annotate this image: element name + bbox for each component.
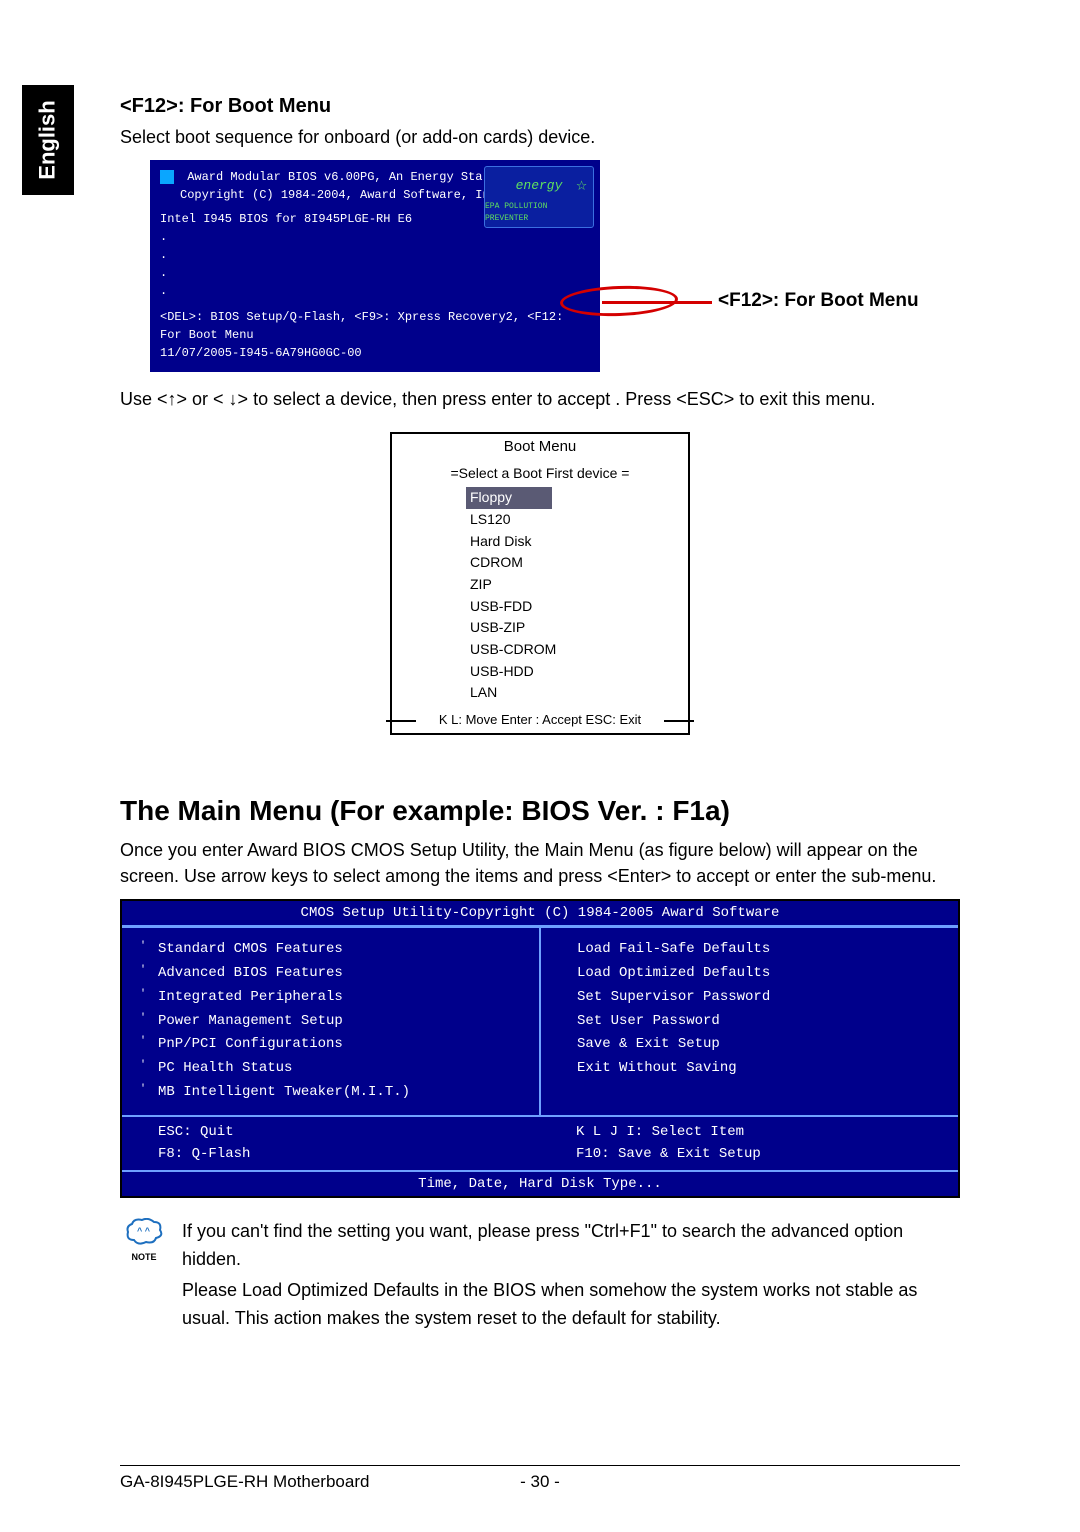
note-line1: If you can't find the setting you want, … bbox=[182, 1218, 960, 1274]
boot-menu-item-selected[interactable]: Floppy bbox=[466, 487, 552, 509]
main-menu-desc: Once you enter Award BIOS CMOS Setup Uti… bbox=[120, 837, 960, 889]
cmos-key: F8: Q-Flash bbox=[158, 1143, 520, 1165]
footer-page: - 30 - bbox=[480, 1472, 600, 1492]
callout-line bbox=[602, 301, 712, 304]
page-content: <F12>: For Boot Menu Select boot sequenc… bbox=[120, 95, 960, 1333]
energy-star-badge: ☆ energy EPA POLLUTION PREVENTER bbox=[484, 166, 594, 228]
cmos-item[interactable]: PnP/PCI Configurations bbox=[158, 1036, 343, 1052]
cmos-keys-row: ESC: Quit F8: Q-Flash K L J I: Select It… bbox=[122, 1115, 958, 1170]
cmos-left-column: 'Standard CMOS Features 'Advanced BIOS F… bbox=[122, 928, 541, 1115]
f12-instruction: Use <↑> or < ↓> to select a device, then… bbox=[120, 386, 960, 412]
boot-menu-item[interactable]: USB-FDD bbox=[470, 596, 688, 618]
boot-menu-box: Boot Menu =Select a Boot First device = … bbox=[390, 432, 690, 735]
boot-menu-item[interactable]: USB-CDROM bbox=[470, 639, 688, 661]
boot-menu-item[interactable]: LS120 bbox=[470, 509, 688, 531]
main-menu-heading: The Main Menu (For example: BIOS Ver. : … bbox=[120, 795, 960, 827]
award-logo-icon bbox=[160, 170, 174, 184]
bios-line1: Award Modular BIOS v6.00PG, An Energy St… bbox=[187, 170, 525, 184]
bios-bottom1a: <DEL>: BIOS Setup/Q-Flash, <F9>: Xpress … bbox=[160, 310, 549, 324]
cmos-title: CMOS Setup Utility-Copyright (C) 1984-20… bbox=[122, 901, 958, 927]
cmos-item[interactable]: Standard CMOS Features bbox=[158, 941, 343, 957]
boot-menu-footer: K L: Move Enter : Accept ESC: Exit bbox=[392, 710, 688, 729]
star-icon: ☆ bbox=[576, 173, 587, 200]
boot-menu-list: Floppy LS120 Hard Disk CDROM ZIP USB-FDD… bbox=[392, 487, 688, 710]
cmos-item[interactable]: Load Fail-Safe Defaults bbox=[577, 938, 938, 962]
bios-bottom1b: For Boot Menu bbox=[160, 328, 254, 342]
cmos-key: K L J I: Select Item bbox=[576, 1121, 938, 1143]
boot-menu-title: Boot Menu bbox=[392, 434, 688, 457]
footer-model: GA-8I945PLGE-RH Motherboard bbox=[120, 1472, 480, 1492]
cmos-item[interactable]: Save & Exit Setup bbox=[577, 1033, 938, 1057]
boot-menu-item[interactable]: Hard Disk bbox=[470, 531, 688, 553]
boot-menu-item[interactable]: USB-HDD bbox=[470, 661, 688, 683]
cmos-right-column: Load Fail-Safe Defaults Load Optimized D… bbox=[541, 928, 958, 1115]
boot-menu-item[interactable]: LAN bbox=[470, 682, 688, 704]
bios-bottom2: 11/07/2005-I945-6A79HG0GC-00 bbox=[160, 344, 590, 362]
cmos-key: F10: Save & Exit Setup bbox=[576, 1143, 938, 1165]
boot-menu-subtitle: =Select a Boot First device = bbox=[392, 457, 688, 487]
boot-menu-item[interactable]: ZIP bbox=[470, 574, 688, 596]
svg-text:^ ^: ^ ^ bbox=[137, 1226, 151, 1236]
cmos-hint: Time, Date, Hard Disk Type... bbox=[122, 1170, 958, 1196]
energy-sub: EPA POLLUTION PREVENTER bbox=[485, 201, 593, 225]
f12-callout: <F12>: For Boot Menu bbox=[718, 290, 919, 312]
cmos-item[interactable]: Load Optimized Defaults bbox=[577, 962, 938, 986]
cmos-item[interactable]: Exit Without Saving bbox=[577, 1057, 938, 1081]
cmos-item[interactable]: PC Health Status bbox=[158, 1060, 292, 1076]
energy-word: energy bbox=[516, 176, 563, 196]
boot-menu-item[interactable]: USB-ZIP bbox=[470, 617, 688, 639]
note-block: ^ ^ NOTE If you can't find the setting y… bbox=[120, 1218, 960, 1334]
cmos-item[interactable]: Advanced BIOS Features bbox=[158, 965, 343, 981]
cmos-setup-box: CMOS Setup Utility-Copyright (C) 1984-20… bbox=[120, 899, 960, 1197]
cmos-item[interactable]: Power Management Setup bbox=[158, 1013, 343, 1029]
cmos-item[interactable]: Integrated Peripherals bbox=[158, 989, 343, 1005]
f12-title: <F12>: For Boot Menu bbox=[120, 95, 960, 118]
language-label: English bbox=[35, 100, 61, 179]
language-tab: English bbox=[22, 85, 74, 195]
page-footer: GA-8I945PLGE-RH Motherboard - 30 - bbox=[120, 1465, 960, 1492]
cmos-item[interactable]: Set User Password bbox=[577, 1010, 938, 1034]
note-icon: ^ ^ NOTE bbox=[120, 1218, 168, 1334]
cmos-item[interactable]: Set Supervisor Password bbox=[577, 986, 938, 1010]
f12-desc: Select boot sequence for onboard (or add… bbox=[120, 124, 960, 150]
cmos-key: ESC: Quit bbox=[158, 1121, 520, 1143]
note-line2: Please Load Optimized Defaults in the BI… bbox=[182, 1277, 960, 1333]
note-label: NOTE bbox=[120, 1252, 168, 1262]
bios-boot-screen: Award Modular BIOS v6.00PG, An Energy St… bbox=[150, 160, 600, 372]
cmos-item[interactable]: MB Intelligent Tweaker(M.I.T.) bbox=[158, 1084, 410, 1100]
boot-menu-item[interactable]: CDROM bbox=[470, 552, 688, 574]
